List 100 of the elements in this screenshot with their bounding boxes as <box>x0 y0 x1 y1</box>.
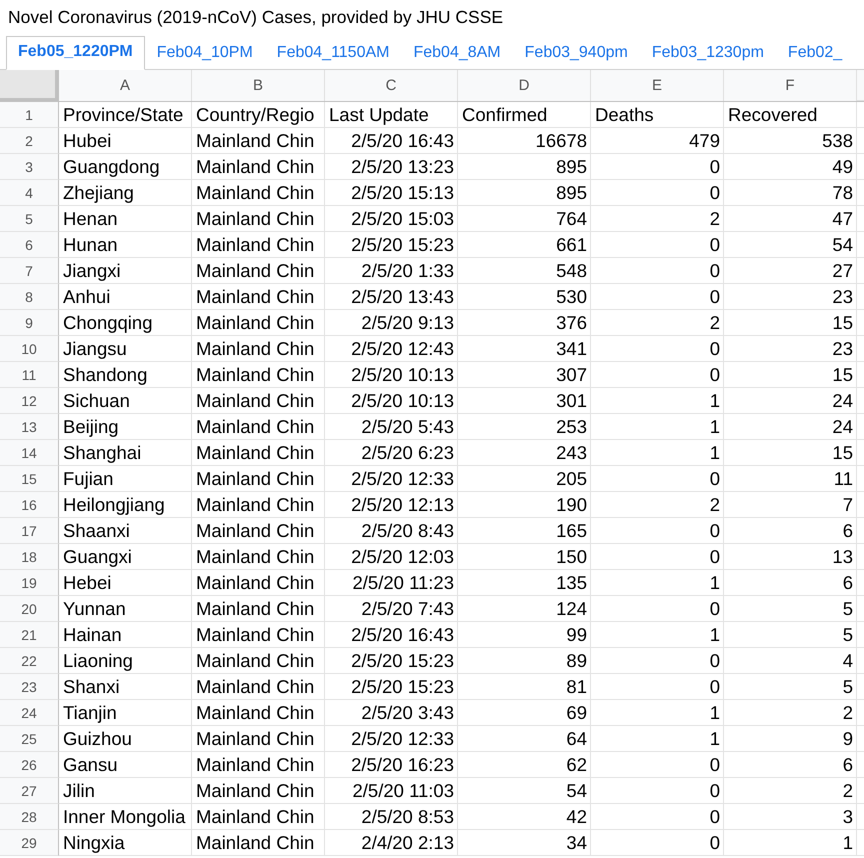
table-cell: 0 <box>591 258 724 284</box>
table-cell: 1 <box>591 726 724 752</box>
table-cell: 135 <box>458 570 591 596</box>
row-number[interactable]: 8 <box>0 284 59 310</box>
sheet-tab[interactable]: Feb03_940pm <box>512 37 640 70</box>
column-header[interactable]: B <box>192 70 325 101</box>
row-number[interactable]: 9 <box>0 310 59 336</box>
column-header[interactable]: D <box>458 70 591 101</box>
row-number[interactable]: 7 <box>0 258 59 284</box>
row-number[interactable]: 12 <box>0 388 59 414</box>
table-cell: 27 <box>724 258 857 284</box>
table-cell: 2/5/20 16:43 <box>325 128 458 154</box>
row-number[interactable]: 5 <box>0 206 59 232</box>
table-cell: 530 <box>458 284 591 310</box>
table-cell: 0 <box>591 804 724 830</box>
row-number[interactable]: 3 <box>0 154 59 180</box>
row-number[interactable]: 11 <box>0 362 59 388</box>
sheet-tab[interactable]: Feb04_8AM <box>401 37 513 70</box>
table-cell: Guangxi <box>59 544 192 570</box>
row-number[interactable]: 26 <box>0 752 59 778</box>
table-cell: 2/5/20 15:23 <box>325 232 458 258</box>
table-cell: 253 <box>458 414 591 440</box>
table-cell: 2 <box>591 310 724 336</box>
row-number[interactable]: 4 <box>0 180 59 206</box>
row-number[interactable]: 18 <box>0 544 59 570</box>
table-cell: Inner Mongolia <box>59 804 192 830</box>
column-header[interactable]: C <box>325 70 458 101</box>
table-cell: Mainland Chin <box>192 752 325 778</box>
table-cell: 124 <box>458 596 591 622</box>
select-all-corner[interactable] <box>0 70 59 101</box>
table-cell: 895 <box>458 180 591 206</box>
table-cell: 479 <box>591 128 724 154</box>
row-number[interactable]: 23 <box>0 674 59 700</box>
table-cell: 0 <box>591 336 724 362</box>
sheet-tab[interactable]: Feb02_ <box>776 37 854 70</box>
table-cell: Mainland Chin <box>192 154 325 180</box>
table-cell: Jiangsu <box>59 336 192 362</box>
table-cell: 1 <box>591 440 724 466</box>
row-number[interactable]: 17 <box>0 518 59 544</box>
row-number[interactable]: 15 <box>0 466 59 492</box>
table-cell: 0 <box>591 518 724 544</box>
row-number[interactable]: 19 <box>0 570 59 596</box>
table-cell: Liaoning <box>59 648 192 674</box>
table-cell: Shandong <box>59 362 192 388</box>
table-cell: 2/5/20 1:33 <box>325 258 458 284</box>
table-cell: Guizhou <box>59 726 192 752</box>
row-number[interactable]: 16 <box>0 492 59 518</box>
column-header[interactable]: A <box>59 70 192 101</box>
table-cell: Mainland Chin <box>192 206 325 232</box>
table-cell: Mainland Chin <box>192 544 325 570</box>
row-number[interactable]: 28 <box>0 804 59 830</box>
row-number[interactable]: 24 <box>0 700 59 726</box>
table-cell: 0 <box>591 830 724 856</box>
table-cell: Mainland Chin <box>192 778 325 804</box>
table-cell: 15 <box>724 362 857 388</box>
sheet-tab[interactable]: Feb03_1230pm <box>640 37 776 70</box>
table-cell: 0 <box>591 648 724 674</box>
table-cell: 150 <box>458 544 591 570</box>
table-cell: Deaths <box>591 102 724 128</box>
sheet-tab[interactable]: Feb04_10PM <box>144 37 265 70</box>
table-cell: Mainland Chin <box>192 310 325 336</box>
row-number[interactable]: 14 <box>0 440 59 466</box>
table-cell: 2/5/20 3:43 <box>325 700 458 726</box>
table-cell: 0 <box>591 232 724 258</box>
table-cell: 5 <box>724 596 857 622</box>
row-number[interactable]: 1 <box>0 102 59 128</box>
table-cell: Mainland Chin <box>192 622 325 648</box>
row-number[interactable]: 13 <box>0 414 59 440</box>
sheet-tab[interactable]: Feb05_1220PM <box>6 36 145 70</box>
row-number[interactable]: 22 <box>0 648 59 674</box>
table-cell: Mainland Chin <box>192 232 325 258</box>
table-cell: 548 <box>458 258 591 284</box>
table-cell: 16678 <box>458 128 591 154</box>
column-header[interactable]: F <box>724 70 857 101</box>
row-number[interactable]: 27 <box>0 778 59 804</box>
table-cell: 0 <box>591 284 724 310</box>
table-cell: Mainland Chin <box>192 648 325 674</box>
table-cell: 99 <box>458 622 591 648</box>
table-cell: Beijing <box>59 414 192 440</box>
table-cell: 1 <box>591 414 724 440</box>
sheet-tab[interactable]: Feb04_1150AM <box>264 37 402 70</box>
table-cell: 2/5/20 10:13 <box>325 362 458 388</box>
row-number[interactable]: 20 <box>0 596 59 622</box>
table-cell: 376 <box>458 310 591 336</box>
table-cell: 64 <box>458 726 591 752</box>
row-number[interactable]: 6 <box>0 232 59 258</box>
row-number[interactable]: 10 <box>0 336 59 362</box>
row-number[interactable]: 29 <box>0 830 59 856</box>
column-header[interactable]: E <box>591 70 724 101</box>
row-number[interactable]: 21 <box>0 622 59 648</box>
table-cell: 2/5/20 15:13 <box>325 180 458 206</box>
row-number[interactable]: 25 <box>0 726 59 752</box>
table-cell: Mainland Chin <box>192 362 325 388</box>
table-cell: 7 <box>724 492 857 518</box>
table-cell: Mainland Chin <box>192 388 325 414</box>
table-cell: Mainland Chin <box>192 596 325 622</box>
table-cell: 0 <box>591 596 724 622</box>
row-number[interactable]: 2 <box>0 128 59 154</box>
table-cell: 2/5/20 9:13 <box>325 310 458 336</box>
table-cell: Mainland Chin <box>192 258 325 284</box>
